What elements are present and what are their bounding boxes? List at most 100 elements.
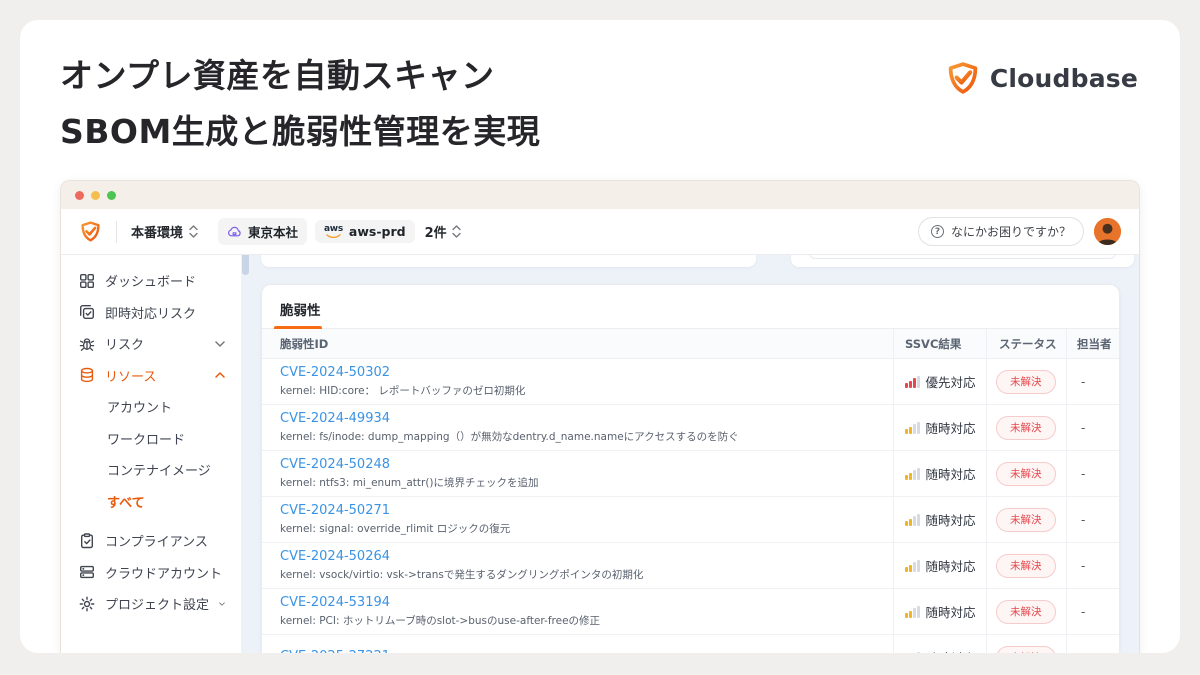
sidebar-item-resources[interactable]: リソース [61,360,241,392]
ssvc-label: 随時対応 [925,467,976,482]
cve-description: kernel: ntfs3: mi_enum_attr()に境界チェックを追加 [280,477,539,489]
main-content: 脆弱性 脆弱性ID SSVC結果 ステータス 担当者 CVE-2024-5030… [241,255,1139,653]
cloudbase-logo: Cloudbase [945,60,1138,96]
summary-card-left [261,255,756,267]
cloud-account-chip[interactable]: aws aws-prd [315,220,415,243]
ssvc-signal-icon [905,559,920,572]
summary-card-inner-box [809,255,1116,259]
help-label: なにかお困りですか？ [950,225,1071,239]
ssvc-label: 優先対応 [925,375,976,390]
column-header-assignee: 担当者 [1066,329,1119,358]
gear-icon [79,596,95,612]
environment-selector[interactable]: 本番環境 [131,222,198,241]
cve-link[interactable]: CVE-2025-27221 [280,649,879,654]
cve-link[interactable]: CVE-2024-49934 [280,411,879,426]
chevron-updown-icon [451,225,461,238]
ssvc-signal-icon [905,605,920,618]
hero-card: オンプレ資産を自動スキャン SBOM生成と脆弱性管理を実現 Cloudbase … [20,20,1180,653]
assignee-cell [1066,635,1119,653]
sidebar-item-cloud-accounts[interactable]: クラウドアカウント [61,557,241,589]
table-header: 脆弱性ID SSVC結果 ステータス 担当者 [262,329,1119,359]
status-badge: 未解決 [996,553,1056,578]
summary-card-right [791,255,1134,267]
chevron-updown-icon [189,225,198,238]
table-row[interactable]: CVE-2024-53194 kernel: PCI: ホットリムーブ時のslo… [262,589,1119,635]
ssvc-label: 随時対応 [925,513,976,528]
divider [116,220,117,243]
column-header-ssvc: SSVC結果 [893,329,986,358]
sidebar-item-compliance[interactable]: コンプライアンス [61,525,241,557]
ssvc-signal-icon [905,375,920,388]
assignee-cell: - [1066,497,1119,542]
sidebar-item-risk[interactable]: リスク [61,328,241,360]
scrollbar-thumb[interactable] [242,255,249,275]
vulnerability-panel: 脆弱性 脆弱性ID SSVC結果 ステータス 担当者 CVE-2024-5030… [261,284,1120,653]
table-row[interactable]: CVE-2024-50302 kernel: HID:core： レポートバッフ… [262,359,1119,405]
close-button[interactable] [75,190,84,200]
table-row[interactable]: CVE-2024-50271 kernel: signal: override_… [262,497,1119,543]
app-logo-icon[interactable] [79,220,102,243]
cve-description: kernel: HID:core： レポートバッファのゼロ初期化 [280,385,526,397]
minimize-button[interactable] [91,190,100,200]
ssvc-label: 随時対応 [925,421,976,436]
question-icon: ? [930,225,944,238]
cve-description: kernel: signal: override_rlimit ロジックの復元 [280,523,511,535]
ssvc-signal-icon [905,467,920,480]
ssvc-signal-icon [905,421,920,434]
tab-vulnerabilities[interactable]: 脆弱性 [280,299,321,319]
ssvc-label: 随時対応 [925,559,976,574]
assignee-cell: - [1066,451,1119,496]
cve-link[interactable]: CVE-2024-50302 [280,365,879,380]
cve-link[interactable]: CVE-2024-50271 [280,503,879,518]
sidebar-item-workloads[interactable]: ワークロード [61,423,241,455]
headline-line-1: オンプレ資産を自動スキャン [60,56,495,95]
active-tab-indicator [274,326,322,329]
brand-name: Cloudbase [989,63,1138,93]
sidebar-item-dashboard[interactable]: ダッシュボード [61,265,241,297]
organization-chip[interactable]: 東京本社 [218,218,308,245]
column-header-cve-id: 脆弱性ID [280,336,329,351]
assignee-cell: - [1066,543,1119,588]
status-badge: 未解決 [996,507,1056,532]
chevron-down-icon [215,341,225,347]
dashboard-icon [80,273,95,288]
help-button[interactable]: ? なにかお困りですか？ [917,217,1084,246]
environment-label: 本番環境 [131,226,184,241]
aws-logo-icon: aws [324,224,343,239]
table-row[interactable]: CVE-2024-49934 kernel: fs/inode: dump_ma… [262,405,1119,451]
cve-link[interactable]: CVE-2024-50264 [280,549,879,564]
maximize-button[interactable] [107,190,116,200]
status-badge: 未解決 [996,415,1056,440]
sidebar-item-container-images[interactable]: コンテナイメージ [61,454,241,486]
sidebar-item-accounts[interactable]: アカウント [61,391,241,423]
assignee-cell: - [1066,589,1119,634]
table-row[interactable]: CVE-2024-50248 kernel: ntfs3: mi_enum_at… [262,451,1119,497]
cve-link[interactable]: CVE-2024-53194 [280,595,879,610]
user-avatar[interactable] [1094,218,1121,245]
table-row[interactable]: CVE-2024-50264 kernel: vsock/virtio: vsk… [262,543,1119,589]
cve-description: kernel: PCI: ホットリムーブ時のslot->busのuse-afte… [280,615,601,627]
table-row[interactable]: CVE-2025-27221 随時対応 未解決 [262,635,1119,653]
cve-link[interactable]: CVE-2024-50248 [280,457,879,472]
ssvc-label: 随時対応 [925,605,976,620]
headline: オンプレ資産を自動スキャン SBOM生成と脆弱性管理を実現 [60,48,540,160]
chevron-up-icon [215,372,225,378]
organization-label: 東京本社 [248,225,299,240]
ssvc-label: 随時対応 [926,648,976,653]
cve-description: kernel: vsock/virtio: vsk->transで発生するダング… [280,569,644,581]
column-header-status: ステータス [986,329,1066,358]
account-count-label: 2件 [424,226,447,241]
cloudbase-shield-icon [945,60,981,96]
instant-risk-icon [80,305,94,320]
sidebar-item-instant-risk[interactable]: 即時対応リスク [61,297,241,329]
ssvc-signal-icon [905,651,920,653]
status-badge: 未解決 [996,369,1056,394]
browser-titlebar [61,181,1139,209]
sidebar-item-project-settings[interactable]: プロジェクト設定 [61,588,241,620]
app-topbar: 本番環境 東京本社 aws aws-prd 2件 ? なにかお困りですか？ [61,209,1139,255]
account-count-selector[interactable]: 2件 [425,222,461,241]
sidebar-item-all[interactable]: すべて [61,486,241,518]
bug-icon [79,338,95,351]
ssvc-signal-icon [905,513,920,526]
sidebar: ダッシュボード 即時対応リスク リスク リソース アカウント ワークロード コン… [61,255,241,653]
